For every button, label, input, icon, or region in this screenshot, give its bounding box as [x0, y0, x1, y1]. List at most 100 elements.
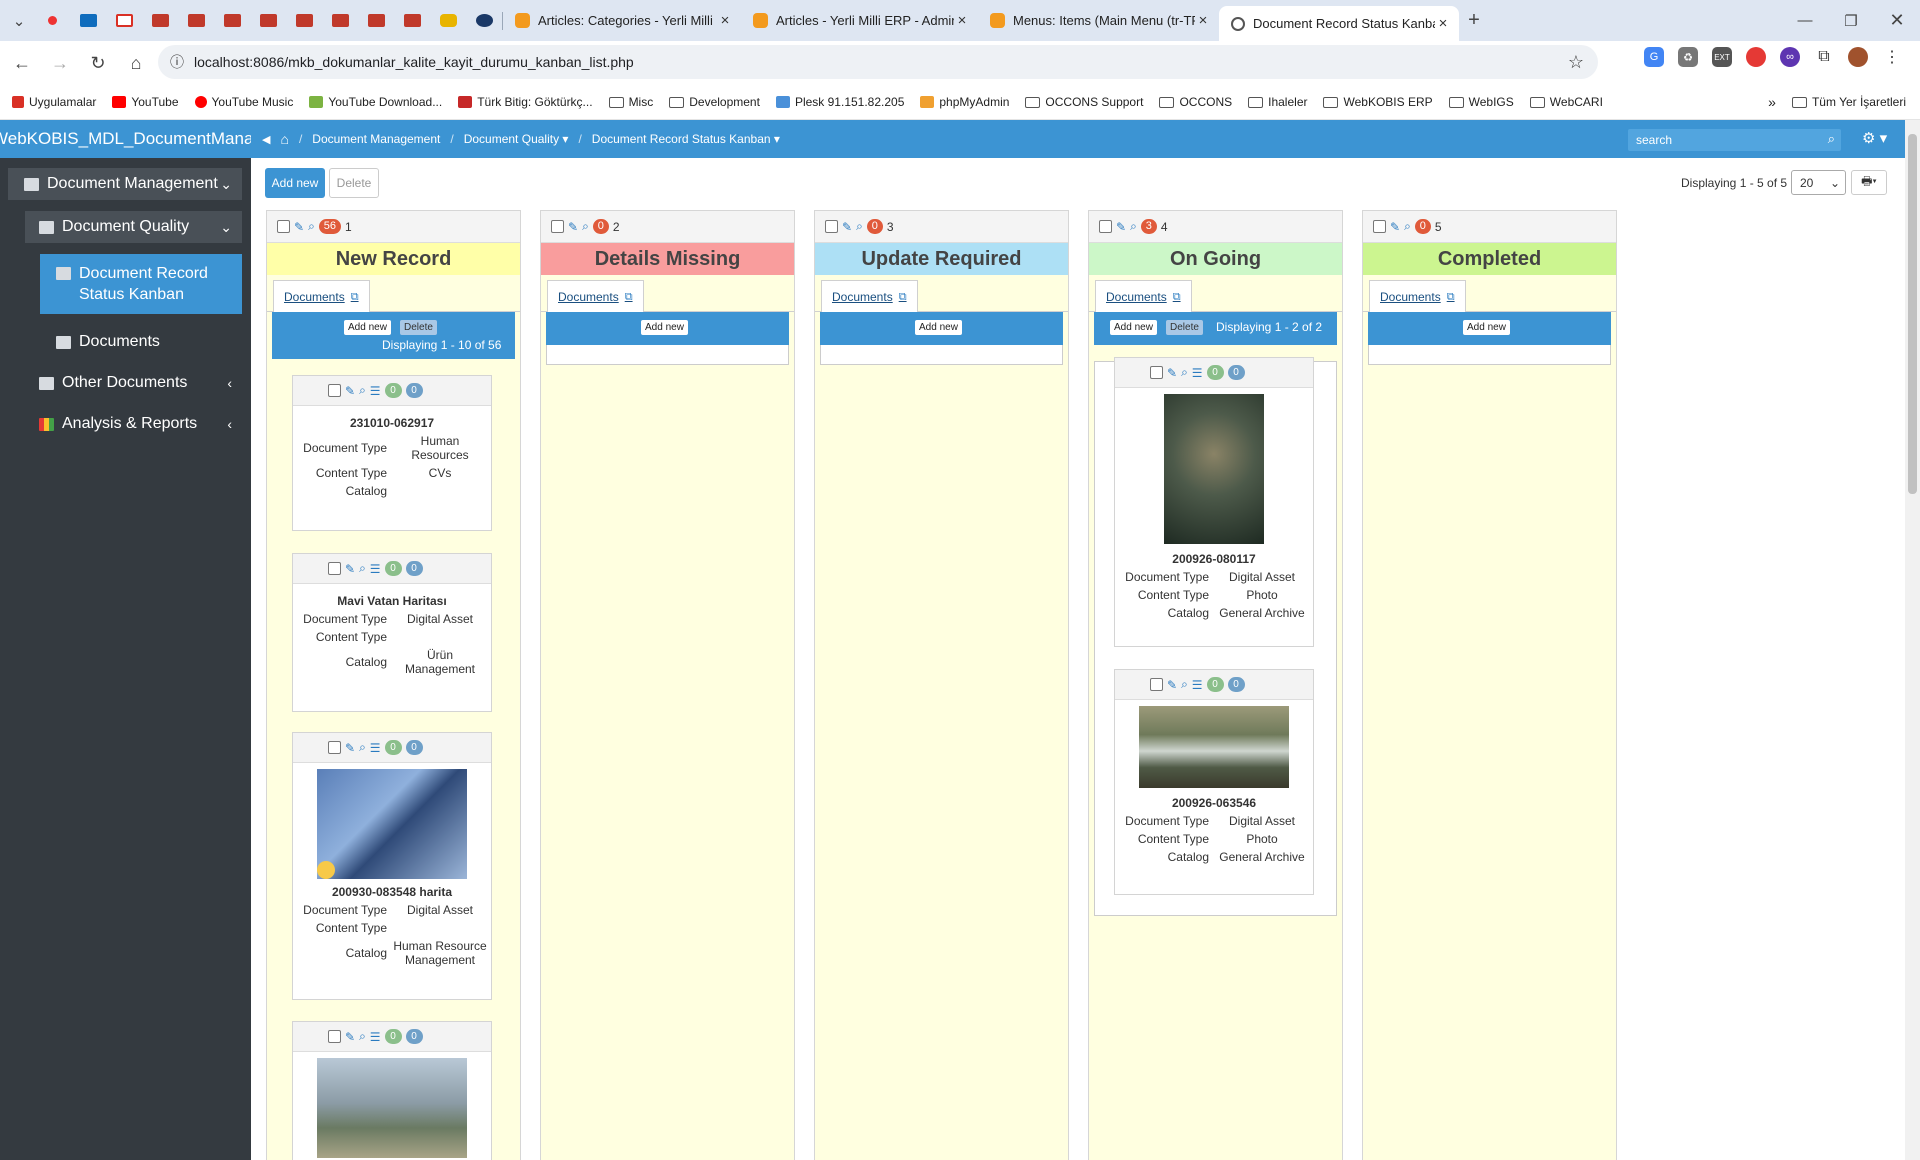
document-card[interactable]: ✎ ⌕ ☰ 0 0 200926-063546 Document Type Digital…: [1114, 669, 1314, 895]
puzzle-icon[interactable]: ⧉: [1814, 47, 1834, 67]
sidebar-item-document-management[interactable]: Document Management ⌄: [8, 168, 242, 200]
pinned-tab[interactable]: [250, 0, 286, 41]
bookmark-youtube[interactable]: YouTube: [112, 95, 179, 109]
document-card[interactable]: ✎ ⌕ ☰ 0 0 Mavi Vatan Haritası Document Type D…: [292, 553, 492, 712]
tab-search-chevron-icon[interactable]: ⌄: [4, 0, 34, 41]
pinned-tab[interactable]: [70, 0, 106, 41]
pinned-tab[interactable]: [394, 0, 430, 41]
bookmark-apps[interactable]: Uygulamalar: [12, 95, 96, 109]
bookmark-folder-ihaleler[interactable]: Ihaleler: [1248, 95, 1307, 109]
tab-articles[interactable]: Articles - Yerli Milli ERP - Admin ×: [741, 0, 978, 41]
gear-icon[interactable]: ⚙ ▾: [1862, 129, 1887, 147]
delete-button[interactable]: Delete: [1166, 320, 1203, 335]
pinned-tab[interactable]: [466, 0, 502, 41]
tab-document-record-status-kanban[interactable]: Document Record Status Kanban ×: [1219, 6, 1459, 41]
search-input[interactable]: search ⌕: [1628, 129, 1841, 151]
pencil-icon[interactable]: ✎: [345, 741, 355, 755]
bookmark-turk-bitig[interactable]: Türk Bitig: Göktürkç...: [458, 95, 593, 109]
column-checkbox[interactable]: [1373, 220, 1386, 233]
external-link-icon[interactable]: ⧉: [899, 291, 907, 304]
search-icon[interactable]: ⌕: [1130, 219, 1137, 234]
sidebar-item-analysis-reports[interactable]: Analysis & Reports ‹: [25, 408, 242, 440]
search-icon[interactable]: ⌕: [582, 219, 589, 234]
document-thumbnail[interactable]: [1164, 394, 1264, 544]
bookmark-folder-webkobis-erp[interactable]: WebKOBIS ERP: [1323, 95, 1433, 109]
add-new-button[interactable]: Add new: [915, 320, 962, 335]
pinned-tab[interactable]: [322, 0, 358, 41]
tab-documents[interactable]: Documents ⧉: [1095, 280, 1192, 313]
breadcrumb-document-management[interactable]: Document Management: [312, 132, 440, 146]
pinned-tab[interactable]: [286, 0, 322, 41]
delete-button[interactable]: Delete: [329, 168, 379, 198]
tab-documents[interactable]: Documents ⧉: [821, 280, 918, 313]
close-icon[interactable]: ×: [1435, 15, 1451, 32]
tab-documents[interactable]: Documents ⧉: [547, 280, 644, 313]
bookmark-plesk[interactable]: Plesk 91.151.82.205: [775, 95, 904, 109]
pencil-icon[interactable]: ✎: [345, 562, 355, 576]
external-link-icon[interactable]: ⧉: [1173, 291, 1181, 304]
search-icon[interactable]: ⌕: [359, 740, 366, 755]
pinned-tab[interactable]: [34, 0, 70, 41]
minimize-icon[interactable]: —: [1782, 0, 1828, 41]
add-new-button[interactable]: Add new: [1110, 320, 1157, 335]
sidebar-item-other-documents[interactable]: Other Documents ‹: [25, 367, 242, 399]
per-page-select[interactable]: 20 ⌄: [1791, 170, 1846, 195]
new-tab-button[interactable]: +: [1459, 0, 1489, 41]
pencil-icon[interactable]: ✎: [345, 1030, 355, 1044]
search-icon[interactable]: ⌕: [308, 219, 315, 234]
back-icon[interactable]: ←: [6, 47, 38, 79]
bookmark-folder-misc[interactable]: Misc: [608, 95, 653, 109]
search-icon[interactable]: ⌕: [359, 561, 366, 576]
pinned-tab[interactable]: [106, 0, 142, 41]
pencil-icon[interactable]: ✎: [1116, 220, 1126, 234]
scrollbar-thumb[interactable]: [1908, 134, 1917, 494]
document-card[interactable]: ✎ ⌕ ☰ 0 0 200930-083548 harita Document Type…: [292, 732, 492, 1000]
search-icon[interactable]: ⌕: [856, 219, 863, 234]
avatar[interactable]: [1848, 47, 1868, 67]
search-icon[interactable]: ⌕: [359, 383, 366, 398]
card-checkbox[interactable]: [1150, 366, 1163, 379]
pinned-tab[interactable]: [214, 0, 250, 41]
search-icon[interactable]: ⌕: [1181, 365, 1188, 380]
home-icon[interactable]: ⌂: [120, 47, 152, 79]
column-checkbox[interactable]: [551, 220, 564, 233]
pencil-icon[interactable]: ✎: [568, 220, 578, 234]
close-icon[interactable]: ×: [717, 12, 733, 29]
bookmark-folder-occons[interactable]: OCCONS: [1159, 95, 1232, 109]
reload-icon[interactable]: ↻: [82, 47, 114, 79]
bookmark-youtube-download[interactable]: YouTube Download...: [309, 95, 442, 109]
search-icon[interactable]: ⌕: [1828, 131, 1835, 147]
sidebar-toggle-icon[interactable]: ◀: [262, 133, 270, 146]
close-icon[interactable]: ×: [1195, 12, 1211, 29]
add-new-button[interactable]: Add new: [641, 320, 688, 335]
list-icon[interactable]: ☰: [370, 1030, 381, 1044]
list-icon[interactable]: ☰: [1192, 678, 1203, 692]
bookmark-phpmyadmin[interactable]: phpMyAdmin: [920, 95, 1009, 109]
bookmark-folder-all[interactable]: Tüm Yer İşaretleri: [1791, 95, 1906, 109]
external-link-icon[interactable]: ⧉: [1447, 291, 1455, 304]
pinned-tab[interactable]: [142, 0, 178, 41]
bookmark-folder-occons-support[interactable]: OCCONS Support: [1025, 95, 1143, 109]
sidebar-item-documents[interactable]: Documents: [40, 326, 242, 358]
external-link-icon[interactable]: ⧉: [625, 291, 633, 304]
pencil-icon[interactable]: ✎: [1167, 366, 1177, 380]
bookmark-star-icon[interactable]: ☆: [1568, 52, 1584, 73]
tab-articles-categories[interactable]: Articles: Categories - Yerli Milli ERP ×: [503, 0, 741, 41]
pencil-icon[interactable]: ✎: [1167, 678, 1177, 692]
menu-dots-icon[interactable]: ⋮: [1882, 47, 1902, 67]
pencil-icon[interactable]: ✎: [1390, 220, 1400, 234]
extension-icon[interactable]: EXT: [1712, 47, 1732, 67]
search-icon[interactable]: ⌕: [359, 1029, 366, 1044]
tab-documents[interactable]: Documents ⧉: [1369, 280, 1466, 313]
bookmark-folder-webigs[interactable]: WebIGS: [1448, 95, 1514, 109]
list-icon[interactable]: ☰: [370, 741, 381, 755]
external-link-icon[interactable]: ⧉: [351, 291, 359, 304]
forward-icon[interactable]: →: [44, 47, 76, 79]
restore-icon[interactable]: ❐: [1828, 0, 1874, 41]
document-thumbnail[interactable]: [317, 1058, 467, 1158]
document-card[interactable]: ✎ ⌕ ☰ 0 0: [292, 1021, 492, 1160]
print-button[interactable]: 🖶▾: [1851, 170, 1887, 195]
add-new-button[interactable]: Add new: [265, 168, 325, 198]
breadcrumb-kanban[interactable]: Document Record Status Kanban ▾: [592, 132, 780, 146]
pinned-tab[interactable]: [178, 0, 214, 41]
